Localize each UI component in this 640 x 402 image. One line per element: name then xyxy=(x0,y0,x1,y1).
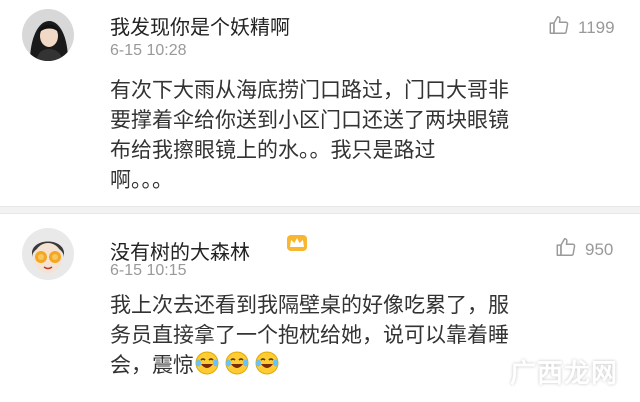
comment-divider xyxy=(0,206,640,214)
username[interactable]: 我发现你是个妖精啊 xyxy=(110,11,290,40)
laughing-tears-emoji xyxy=(224,350,250,384)
comment-text: 有次下大雨从海底捞门口路过，门口大哥非 要撑着伞给你送到小区门口还送了两块眼镜 … xyxy=(110,75,620,195)
thumbs-up-icon xyxy=(548,14,570,41)
emoji-group xyxy=(194,351,284,377)
timestamp: 6-15 10:15 xyxy=(110,262,187,279)
username[interactable]: 没有树的大森林 xyxy=(110,236,250,265)
laughing-tears-emoji xyxy=(194,350,220,384)
comment-item-1: 我发现你是个妖精啊 6-15 10:28 1199 有次下大雨从海底捞门口路过，… xyxy=(0,0,640,206)
comment-text-line: 啊。。。 xyxy=(110,168,173,192)
watermark: 广西龙网 xyxy=(509,359,618,389)
avatar[interactable] xyxy=(22,9,74,61)
comment-text-line: 有次下大雨从海底捞门口路过，门口大哥非 xyxy=(110,78,509,102)
like-count: 950 xyxy=(585,239,614,259)
avatar[interactable] xyxy=(22,228,74,280)
comment-text-segment: 会，震惊 xyxy=(110,353,194,377)
comment-text-line: 布给我擦眼镜上的水。。我只是路过 xyxy=(110,138,436,162)
comment-text-line: 我上次去还看到我隔壁桌的好像吃累了，服 xyxy=(110,293,509,317)
comment-text-line: 要撑着伞给你送到小区门口还送了两块眼镜 xyxy=(110,108,509,132)
like-button[interactable]: 950 xyxy=(555,236,613,263)
thumbs-up-icon xyxy=(555,236,577,263)
like-count: 1199 xyxy=(578,17,615,37)
crown-badge-icon xyxy=(286,234,308,256)
timestamp: 6-15 10:28 xyxy=(110,42,187,59)
laughing-tears-emoji xyxy=(254,350,280,384)
comment-text-line: 务员直接拿了一个抱枕给她，说可以靠着睡 xyxy=(110,323,509,347)
like-button[interactable]: 1199 xyxy=(548,14,615,41)
